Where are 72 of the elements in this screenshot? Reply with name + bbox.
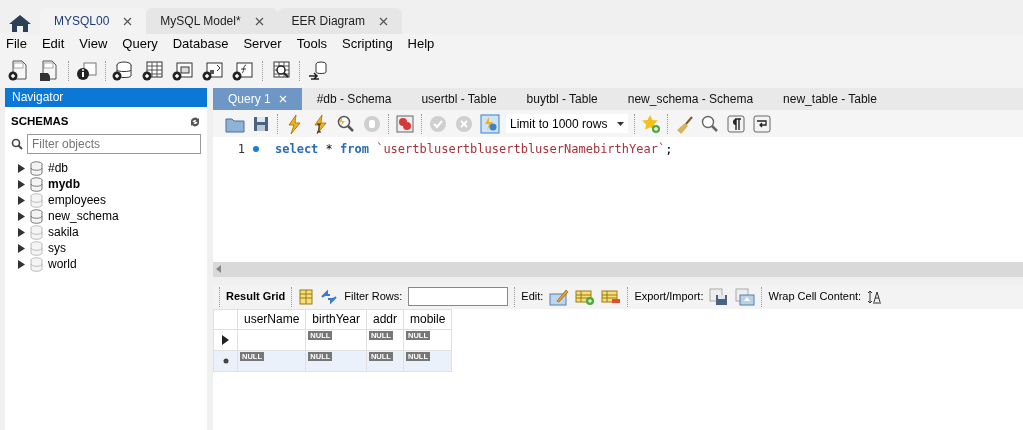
editor-tab[interactable]: #db - Schema: [301, 88, 407, 110]
form-view-icon[interactable]: [298, 288, 315, 305]
find-icon[interactable]: [700, 113, 720, 134]
editor-tab[interactable]: new_table - Table: [768, 88, 892, 110]
filter-label: Filter Rows:: [344, 289, 403, 305]
section-title: SCHEMAS: [11, 114, 69, 129]
editor-tab[interactable]: usertbl - Table: [406, 88, 512, 110]
column-header[interactable]: mobile: [403, 309, 452, 329]
export-icon[interactable]: [709, 287, 730, 306]
editor-tab[interactable]: new_schema - Schema: [612, 88, 769, 110]
new-table-icon[interactable]: [142, 59, 166, 83]
refresh-icon[interactable]: [320, 288, 339, 305]
filter-rows-field[interactable]: [408, 287, 509, 306]
new-view-icon[interactable]: [172, 59, 196, 83]
close-icon[interactable]: [123, 16, 133, 26]
schema-name[interactable]: sys: [48, 239, 66, 258]
pilcrow-icon[interactable]: [726, 113, 746, 134]
schema-name[interactable]: world: [48, 255, 77, 274]
new-procedure-icon[interactable]: [202, 59, 226, 83]
favorite-add-icon[interactable]: [641, 113, 661, 134]
result-grid-tab[interactable]: Result Grid: [226, 288, 286, 305]
menu-item[interactable]: File: [6, 34, 35, 54]
schema-name[interactable]: mydb: [48, 175, 80, 194]
close-icon[interactable]: [378, 16, 388, 26]
info-icon[interactable]: [75, 59, 99, 83]
word-wrap-icon[interactable]: [752, 113, 772, 134]
insert-row-icon[interactable]: [575, 287, 596, 306]
menu-item[interactable]: Query: [122, 34, 166, 54]
schema-name[interactable]: employees: [48, 191, 107, 210]
column-header[interactable]: userName: [237, 309, 306, 329]
limit-select[interactable]: Limit to 1000 rows: [506, 114, 628, 133]
line-number: 1: [236, 141, 245, 158]
menu-item[interactable]: Tools: [296, 34, 336, 54]
schema-name[interactable]: #db: [48, 159, 69, 178]
close-icon[interactable]: [254, 16, 264, 26]
expand-arrow-icon[interactable]: [17, 259, 25, 269]
refresh-icon[interactable]: [189, 115, 201, 128]
editor-tab[interactable]: buytbl - Table: [511, 88, 613, 110]
app-tab[interactable]: EER Diagram: [277, 8, 402, 34]
wrap-cell-icon[interactable]: [867, 289, 882, 304]
new-function-icon[interactable]: [232, 59, 256, 83]
explain-icon[interactable]: [336, 113, 356, 134]
expand-arrow-icon[interactable]: [17, 163, 25, 173]
menu-item[interactable]: View: [79, 34, 116, 54]
app-tab[interactable]: MySQL Model*: [146, 8, 278, 34]
expand-arrow-icon[interactable]: [17, 179, 25, 189]
delete-row-icon[interactable]: [601, 287, 622, 306]
statement-dot-icon: [253, 146, 259, 152]
edit-row-icon[interactable]: [549, 287, 570, 306]
autocommit-toggle-icon[interactable]: [480, 113, 500, 134]
code-line: select * from `usertblusertblusertbluserNamebirthYear`;: [275, 141, 673, 158]
filter-field[interactable]: Filter objects: [27, 134, 201, 155]
expand-arrow-icon[interactable]: [17, 243, 25, 253]
expand-arrow-icon[interactable]: [17, 195, 25, 205]
expand-arrow-icon[interactable]: [17, 227, 25, 237]
menu-item[interactable]: Help: [407, 34, 443, 54]
menu-item[interactable]: Edit: [41, 34, 73, 54]
edit-label: Edit:: [521, 289, 544, 305]
expand-arrow-icon[interactable]: [17, 211, 25, 221]
menu-item[interactable]: Database: [172, 34, 237, 54]
schema-name[interactable]: sakila: [48, 223, 79, 242]
menu-item[interactable]: Scripting: [342, 34, 401, 54]
wrap-label: Wrap Cell Content:: [768, 289, 862, 305]
column-header[interactable]: birthYear: [305, 309, 367, 329]
menu-item[interactable]: Server: [243, 34, 290, 54]
search-icon: [11, 138, 23, 151]
code-editor[interactable]: 1 select * from `usertblusertblusertbluserNamebirthYear`;: [213, 137, 1023, 262]
schema-name[interactable]: new_schema: [48, 207, 119, 226]
column-header[interactable]: addr: [366, 309, 404, 329]
panel-title: Navigator: [5, 88, 207, 107]
export-label: Export/Import:: [634, 289, 704, 305]
dropdown-arrow-icon: [617, 121, 624, 126]
